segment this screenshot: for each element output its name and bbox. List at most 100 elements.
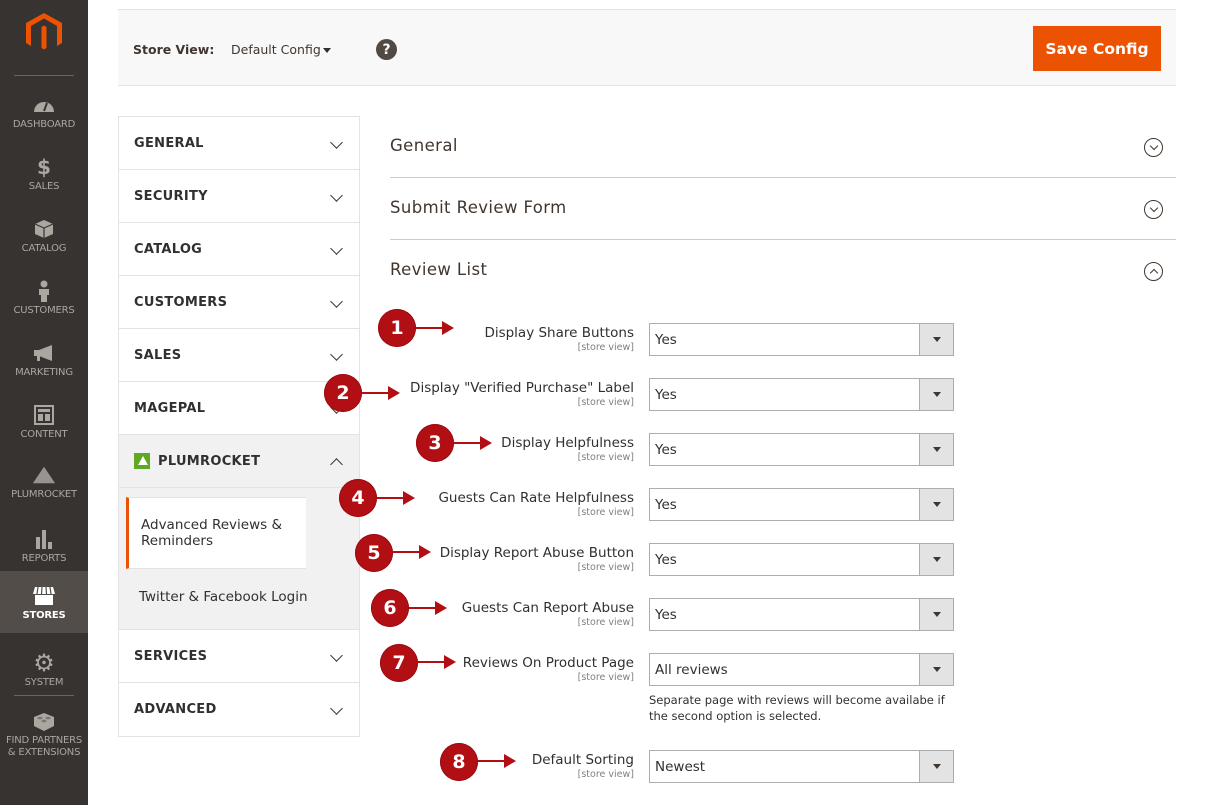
select-value: Yes xyxy=(655,552,677,568)
annotation-marker-5: 5 xyxy=(355,534,393,572)
annotation-marker-4: 4 xyxy=(339,479,377,517)
collapse-circle-icon xyxy=(1144,262,1163,281)
tab-catalog[interactable]: CATALOG xyxy=(119,223,359,276)
tab-magepal[interactable]: MAGEPAL xyxy=(119,382,359,435)
nav-label: CONTENT xyxy=(20,429,68,440)
nav-label: STORES xyxy=(22,610,66,621)
tab-services[interactable]: SERVICES xyxy=(119,630,359,683)
field-label: Display "Verified Purchase" Label xyxy=(410,380,634,396)
nav-item-content[interactable]: CONTENT xyxy=(0,396,88,458)
caret-down-icon[interactable] xyxy=(323,48,331,53)
nav-item-dashboard[interactable]: DASHBOARD xyxy=(0,86,88,148)
nav-item-plumrocket[interactable]: PLUMROCKET xyxy=(0,456,88,518)
nav-label: REPORTS xyxy=(21,553,67,564)
field-label: Display Share Buttons xyxy=(484,325,634,341)
field-label: Reviews On Product Page xyxy=(462,655,634,671)
display-share-buttons-select[interactable]: Yes xyxy=(649,323,954,356)
chevron-down-icon xyxy=(330,242,343,255)
field-guests-can-rate-helpfulness: Guests Can Rate Helpfulness [store view]… xyxy=(390,488,1176,528)
magento-logo[interactable] xyxy=(26,13,62,53)
display-verified-purchase-select[interactable]: Yes xyxy=(649,378,954,411)
tab-sales[interactable]: SALES xyxy=(119,329,359,382)
default-sorting-select[interactable]: Newest xyxy=(649,750,954,783)
field-reviews-on-product-page: Reviews On Product Page [store view] All… xyxy=(390,653,1176,733)
field-guests-can-report-abuse: Guests Can Report Abuse [store view] Yes xyxy=(390,598,1176,638)
select-value: Yes xyxy=(655,332,677,348)
field-scope: [store view] xyxy=(577,452,634,463)
layout-icon xyxy=(32,404,56,426)
select-value: Newest xyxy=(655,759,706,775)
tab-advanced[interactable]: ADVANCED xyxy=(119,683,359,736)
store-view-switcher[interactable]: Default Config xyxy=(231,42,321,57)
field-label: Display Helpfulness xyxy=(501,435,634,451)
reviews-on-product-page-select[interactable]: All reviews xyxy=(649,653,954,686)
nav-label: FIND PARTNERS & EXTENSIONS xyxy=(5,735,83,758)
section-general[interactable]: General xyxy=(390,116,1176,178)
tab-customers[interactable]: CUSTOMERS xyxy=(119,276,359,329)
select-value: Yes xyxy=(655,387,677,403)
nav-item-system[interactable]: ⚙ SYSTEM xyxy=(0,644,88,706)
page-actions-bar: Store View: Default Config ? Save Config xyxy=(118,9,1176,86)
tab-title: MAGEPAL xyxy=(134,400,206,416)
field-scope: [store view] xyxy=(577,507,634,518)
field-scope: [store view] xyxy=(577,342,634,353)
field-scope: [store view] xyxy=(577,617,634,628)
dropdown-arrow-icon xyxy=(919,654,953,685)
annotation-arrow xyxy=(409,601,447,615)
select-value: Yes xyxy=(655,442,677,458)
select-value: Yes xyxy=(655,497,677,513)
expand-circle-icon xyxy=(1144,138,1163,157)
nav-item-marketing[interactable]: MARKETING xyxy=(0,334,88,396)
annotation-arrow xyxy=(454,436,492,450)
nav-item-sales[interactable]: $ SALES xyxy=(0,148,88,210)
nav-label: PLUMROCKET xyxy=(11,489,77,500)
annotation-arrow xyxy=(377,491,415,505)
display-report-abuse-select[interactable]: Yes xyxy=(649,543,954,576)
annotation-marker-3: 3 xyxy=(416,424,454,462)
subtab-twitter-facebook-login[interactable]: Twitter & Facebook Login xyxy=(119,569,359,615)
field-scope: [store view] xyxy=(577,769,634,780)
guests-can-rate-helpfulness-select[interactable]: Yes xyxy=(649,488,954,521)
tab-plumrocket[interactable]: PLUMROCKET xyxy=(119,435,359,488)
field-label: Default Sorting xyxy=(531,752,634,768)
plumrocket-subtabs: Advanced Reviews & Reminders Twitter & F… xyxy=(119,488,359,630)
help-icon[interactable]: ? xyxy=(376,39,397,60)
annotation-arrow xyxy=(416,321,454,335)
subtab-advanced-reviews[interactable]: Advanced Reviews & Reminders xyxy=(126,497,306,569)
dropdown-arrow-icon xyxy=(919,599,953,630)
megaphone-icon xyxy=(32,342,56,364)
annotation-marker-6: 6 xyxy=(371,589,409,627)
tab-security[interactable]: SECURITY xyxy=(119,170,359,223)
dropdown-arrow-icon xyxy=(919,489,953,520)
tab-title: GENERAL xyxy=(134,135,204,151)
nav-item-stores[interactable]: STORES xyxy=(0,571,88,633)
section-review-list[interactable]: Review List xyxy=(390,240,1176,302)
section-title: General xyxy=(390,136,458,155)
chevron-down-icon xyxy=(330,348,343,361)
nav-divider xyxy=(14,75,74,76)
display-helpfulness-select[interactable]: Yes xyxy=(649,433,954,466)
select-value: All reviews xyxy=(655,662,728,678)
annotation-arrow xyxy=(362,386,400,400)
field-display-verified-purchase-label: Display "Verified Purchase" Label [store… xyxy=(390,378,1176,418)
tab-title: SALES xyxy=(134,347,182,363)
dropdown-arrow-icon xyxy=(919,434,953,465)
tab-title: CUSTOMERS xyxy=(134,294,228,310)
guests-can-report-abuse-select[interactable]: Yes xyxy=(649,598,954,631)
nav-label: SALES xyxy=(28,181,60,192)
annotation-marker-8: 8 xyxy=(440,743,478,781)
tab-general[interactable]: GENERAL xyxy=(119,117,359,170)
annotation-marker-2: 2 xyxy=(324,374,362,412)
nav-item-catalog[interactable]: CATALOG xyxy=(0,210,88,272)
field-display-helpfulness: Display Helpfulness [store view] Yes xyxy=(390,433,1176,473)
nav-label: CUSTOMERS xyxy=(13,305,75,316)
lego-brick-icon xyxy=(32,710,56,732)
save-config-button[interactable]: Save Config xyxy=(1033,26,1161,71)
plumrocket-icon xyxy=(32,464,56,486)
nav-item-customers[interactable]: CUSTOMERS xyxy=(0,272,88,334)
section-submit-review-form[interactable]: Submit Review Form xyxy=(390,178,1176,240)
person-icon xyxy=(32,280,56,302)
nav-item-find-partners[interactable]: FIND PARTNERS & EXTENSIONS xyxy=(0,702,88,772)
nav-label: SYSTEM xyxy=(24,677,64,688)
chevron-down-icon xyxy=(330,189,343,202)
